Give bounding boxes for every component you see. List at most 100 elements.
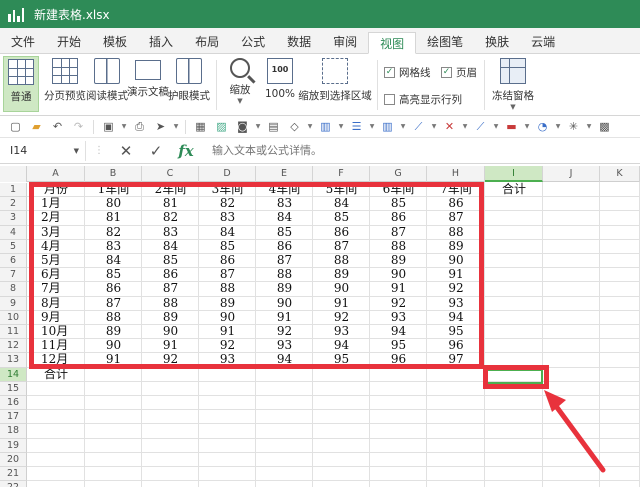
camera-icon[interactable]: ◙	[233, 118, 252, 135]
column-chart-icon[interactable]: ▥	[378, 118, 397, 135]
reading-mode-button[interactable]: 阅读模式	[86, 56, 128, 112]
column-header[interactable]: F	[313, 166, 370, 182]
row-header[interactable]: 12	[0, 339, 27, 354]
gridlines-checkbox[interactable]: ✓ 网格线	[384, 65, 431, 80]
chevron-down-icon[interactable]: ▼	[399, 118, 407, 135]
column-header[interactable]: E	[256, 166, 313, 182]
row-header[interactable]: 17	[0, 410, 27, 425]
row-header[interactable]: 4	[0, 225, 27, 240]
row-header[interactable]: 18	[0, 424, 27, 439]
bar-chart-horizontal-icon[interactable]: ☰	[347, 118, 366, 135]
chevron-down-icon[interactable]: ▼	[306, 118, 314, 135]
chevron-down-icon[interactable]: ▼	[337, 118, 345, 135]
zoom-100-button[interactable]: 100 100%	[263, 56, 297, 112]
function-icon[interactable]: fx	[178, 142, 194, 160]
column-header[interactable]: A	[27, 166, 85, 182]
chevron-down-icon[interactable]: ▼	[554, 118, 562, 135]
menu-tab[interactable]: 文件	[0, 31, 46, 53]
row-header[interactable]: 10	[0, 310, 27, 325]
bar-chart-icon[interactable]: ▥	[316, 118, 335, 135]
cancel-icon[interactable]: ✕	[118, 142, 134, 160]
pie-chart-icon[interactable]: ◔	[533, 118, 552, 135]
radar-chart-icon[interactable]: ✳	[564, 118, 583, 135]
normal-view-button[interactable]: 普通	[3, 56, 39, 112]
area-chart-icon[interactable]: ⟋	[471, 118, 490, 135]
page-break-preview-button[interactable]: 分页预览	[44, 56, 86, 112]
column-header[interactable]: I	[485, 166, 543, 182]
row-header[interactable]: 21	[0, 467, 27, 482]
scatter-chart-icon[interactable]: ✕	[440, 118, 459, 135]
menu-tab[interactable]: 数据	[276, 31, 322, 53]
more-charts-icon[interactable]: ▩	[595, 118, 614, 135]
name-box[interactable]: I14 ▼	[4, 140, 86, 161]
row-header[interactable]: 15	[0, 381, 27, 396]
row-header[interactable]: 19	[0, 438, 27, 453]
row-header[interactable]: 13	[0, 353, 27, 368]
image-icon[interactable]: ▨	[212, 118, 231, 135]
confirm-icon[interactable]: ✓	[148, 142, 164, 160]
row-header[interactable]: 16	[0, 396, 27, 411]
row-header[interactable]: 6	[0, 254, 27, 269]
menu-tab[interactable]: 布局	[184, 31, 230, 53]
chevron-down-icon[interactable]: ▼	[492, 118, 500, 135]
open-folder-icon[interactable]: ▰	[27, 118, 46, 135]
presentation-button[interactable]: 演示文稿	[127, 56, 169, 112]
row-header[interactable]: 5	[0, 239, 27, 254]
row-header[interactable]: 11	[0, 325, 27, 340]
freeze-panes-button[interactable]: 冻结窗格 ▼	[490, 56, 536, 112]
column-header[interactable]: B	[85, 166, 142, 182]
menu-tab[interactable]: 换肤	[474, 31, 520, 53]
zoom-to-selection-button[interactable]: 缩放到选择区域	[298, 56, 372, 112]
page-title-checkbox[interactable]: ✓ 页眉	[441, 65, 477, 80]
chevron-down-icon[interactable]: ▼	[368, 118, 376, 135]
highlight-row-col-checkbox[interactable]: 高亮显示行列	[384, 92, 462, 107]
chevron-down-icon[interactable]: ▼	[523, 118, 531, 135]
new-file-icon[interactable]: ▢	[6, 118, 25, 135]
redo-icon[interactable]: ↷	[69, 118, 88, 135]
column-header[interactable]: K	[600, 166, 640, 182]
select-all-corner[interactable]	[0, 166, 27, 182]
menu-tab[interactable]: 模板	[92, 31, 138, 53]
chevron-down-icon[interactable]: ▼	[120, 118, 128, 135]
row-header[interactable]: 22	[0, 481, 27, 487]
stock-chart-icon[interactable]: ▬	[502, 118, 521, 135]
chevron-down-icon[interactable]: ▼	[461, 118, 469, 135]
menu-tab[interactable]: 视图	[368, 32, 417, 54]
column-header[interactable]: J	[543, 166, 600, 182]
chevron-down-icon[interactable]: ▼	[254, 118, 262, 135]
column-header[interactable]: H	[427, 166, 485, 182]
table-icon[interactable]: ▦	[191, 118, 210, 135]
eye-protection-button[interactable]: 护眼模式	[168, 56, 210, 112]
undo-icon[interactable]: ↶	[48, 118, 67, 135]
zoom-button[interactable]: 缩放 ▼	[222, 56, 258, 112]
chevron-down-icon[interactable]: ▼	[585, 118, 593, 135]
column-header[interactable]: D	[199, 166, 256, 182]
formula-input[interactable]	[212, 144, 542, 157]
row-header[interactable]: 3	[0, 211, 27, 226]
row-header[interactable]: 9	[0, 296, 27, 311]
row-header[interactable]: 7	[0, 268, 27, 283]
row-header[interactable]: 20	[0, 452, 27, 467]
pointer-icon[interactable]: ➤	[151, 118, 170, 135]
menu-tab[interactable]: 绘图笔	[416, 31, 474, 53]
chevron-down-icon[interactable]: ▼	[430, 118, 438, 135]
print-icon[interactable]: ⎙	[130, 118, 149, 135]
column-header[interactable]: C	[142, 166, 199, 182]
cell[interactable]: 合计	[485, 182, 543, 196]
name-box-value: I14	[10, 144, 28, 157]
menu-tab[interactable]: 公式	[230, 31, 276, 53]
chevron-down-icon[interactable]: ▼	[172, 118, 180, 135]
row-header[interactable]: 2	[0, 197, 27, 212]
menu-tab[interactable]: 云端	[520, 31, 566, 53]
row-header[interactable]: 8	[0, 282, 27, 297]
menu-tab[interactable]: 审阅	[322, 31, 368, 53]
text-box-icon[interactable]: ▤	[264, 118, 283, 135]
row-header[interactable]: 14	[0, 367, 27, 382]
shapes-icon[interactable]: ◇	[285, 118, 304, 135]
row-header[interactable]: 1	[0, 183, 27, 198]
save-icon[interactable]: ▣	[99, 118, 118, 135]
menu-tab[interactable]: 开始	[46, 31, 92, 53]
column-header[interactable]: G	[370, 166, 427, 182]
menu-tab[interactable]: 插入	[138, 31, 184, 53]
line-chart-icon[interactable]: ⟋	[409, 118, 428, 135]
